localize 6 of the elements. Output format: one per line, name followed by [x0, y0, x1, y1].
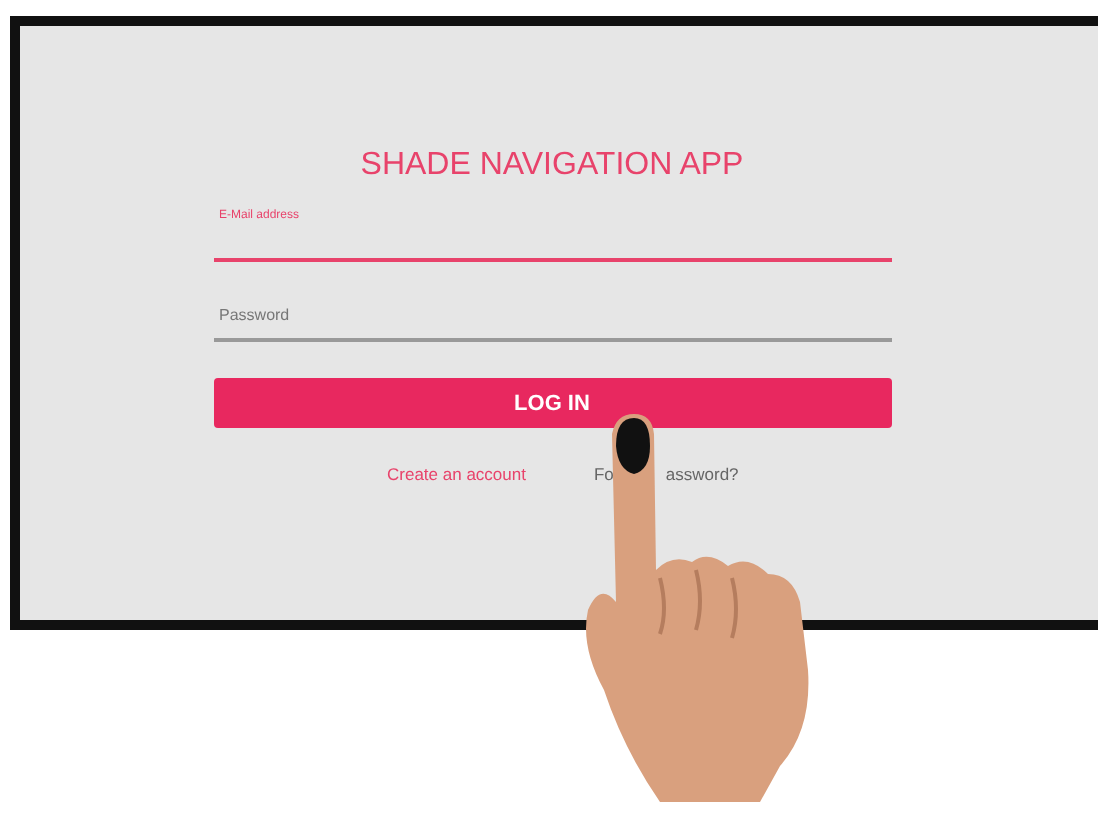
app-title: SHADE NAVIGATION APP: [358, 146, 746, 186]
login-button[interactable]: LOG IN: [213, 378, 891, 428]
create-account-link[interactable]: Create an account: [387, 464, 526, 484]
input-field[interactable]: Password: [213, 290, 891, 342]
forgot-password-link[interactable]: Fo: [593, 464, 614, 484]
forgot-password-link[interactable]: assword?: [665, 464, 739, 484]
